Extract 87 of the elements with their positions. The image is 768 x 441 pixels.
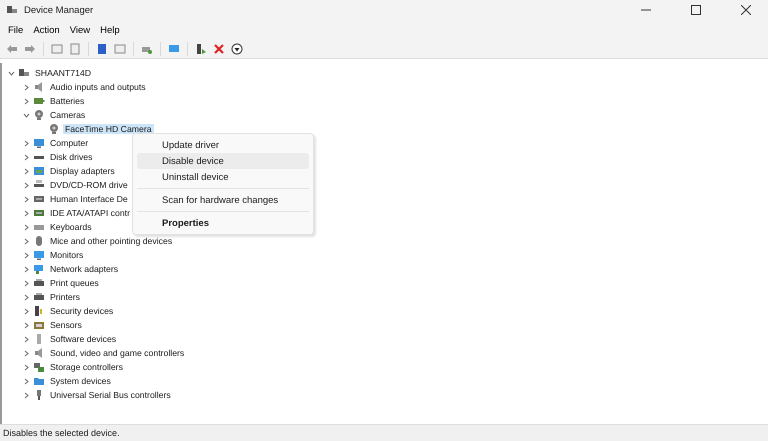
speaker-icon (33, 81, 45, 93)
expand-chevron-icon[interactable] (22, 210, 30, 216)
menu-item[interactable]: Update driver (137, 137, 309, 153)
storage-icon (33, 361, 45, 373)
tree-item[interactable]: Disk drives (48, 152, 94, 162)
webcam-icon (48, 123, 60, 135)
computer-icon (18, 67, 30, 79)
expand-chevron-icon[interactable] (22, 266, 30, 272)
expand-chevron-icon[interactable] (22, 364, 30, 370)
download-button[interactable] (229, 41, 245, 57)
menu-item[interactable]: Scan for hardware changes (137, 192, 309, 208)
tree-item[interactable]: Storage controllers (48, 362, 125, 372)
expand-chevron-icon[interactable] (22, 294, 30, 300)
tree-item[interactable]: SHAANT714D (33, 68, 94, 78)
expand-chevron-icon[interactable] (22, 378, 30, 384)
forward-arrow-icon (24, 43, 36, 55)
menu-item[interactable]: Action (28, 22, 65, 38)
battery-icon (33, 95, 45, 107)
monitor-icon (168, 43, 180, 55)
tree-item[interactable]: System devices (48, 376, 113, 386)
tree-item[interactable]: FaceTime HD Camera (63, 124, 154, 134)
tree-item[interactable]: IDE ATA/ATAPI contr (48, 208, 132, 218)
webcam-icon (33, 109, 45, 121)
tree-item[interactable]: Universal Serial Bus controllers (48, 390, 173, 400)
expand-chevron-icon[interactable] (22, 336, 30, 342)
expand-chevron-icon[interactable] (22, 238, 30, 244)
expand-chevron-icon[interactable] (22, 280, 30, 286)
expand-chevron-icon[interactable] (22, 168, 30, 174)
tree-item[interactable]: DVD/CD-ROM drive (48, 180, 130, 190)
speaker-icon (33, 347, 45, 359)
chip-icon (33, 207, 45, 219)
display-card-icon (33, 165, 45, 177)
expand-chevron-icon[interactable] (22, 182, 30, 188)
tree-item[interactable]: Audio inputs and outputs (48, 82, 148, 92)
sensor-icon (33, 319, 45, 331)
tree-item[interactable]: Print queues (48, 278, 101, 288)
tree-item[interactable]: Cameras (48, 110, 88, 120)
tree-item[interactable]: Batteries (48, 96, 86, 106)
tree-item[interactable]: Keyboards (48, 222, 94, 232)
tree-item[interactable]: Monitors (48, 250, 86, 260)
folder-icon (33, 375, 45, 387)
expand-chevron-icon[interactable] (22, 98, 30, 104)
menu-item[interactable]: View (64, 22, 96, 38)
collapse-chevron-icon[interactable] (8, 70, 14, 76)
chip-icon (33, 193, 45, 205)
cross-icon (213, 43, 225, 55)
menu-item[interactable]: Properties (137, 215, 309, 231)
window-title: Device Manager (24, 4, 94, 16)
window-icon (51, 43, 63, 55)
tree-item[interactable]: Display adapters (48, 166, 117, 176)
tree-item[interactable]: Security devices (48, 306, 116, 316)
download-icon (231, 43, 243, 55)
expand-chevron-icon[interactable] (22, 196, 30, 202)
back-arrow-icon (6, 43, 18, 55)
expand-chevron-icon[interactable] (22, 252, 30, 258)
window-icon (114, 43, 126, 55)
tree-item[interactable]: Human Interface De (48, 194, 130, 204)
expand-chevron-icon[interactable] (22, 224, 30, 230)
expand-chevron-icon[interactable] (22, 84, 30, 90)
monitor-icon (33, 249, 45, 261)
menu-item[interactable]: File (3, 22, 28, 38)
driver-icon (195, 43, 207, 55)
menu-item[interactable]: Disable device (137, 153, 309, 169)
tree-item[interactable]: Computer (48, 138, 90, 148)
expand-chevron-icon[interactable] (22, 322, 30, 328)
collapse-chevron-icon[interactable] (22, 112, 30, 118)
tree-item[interactable]: Network adapters (48, 264, 120, 274)
menu-item[interactable]: Help (95, 22, 125, 38)
close-icon (741, 5, 751, 15)
mouse-icon (33, 235, 45, 247)
tree-item[interactable]: Sensors (48, 320, 84, 330)
expand-chevron-icon[interactable] (22, 154, 30, 160)
expand-chevron-icon[interactable] (22, 392, 30, 398)
tree-item[interactable]: Sound, video and game controllers (48, 348, 186, 358)
computer-icon (6, 4, 18, 16)
status-text: Disables the selected device. (3, 428, 120, 438)
tree-item[interactable]: Mice and other pointing devices (48, 236, 174, 246)
expand-chevron-icon[interactable] (22, 308, 30, 314)
expand-chevron-icon[interactable] (22, 350, 30, 356)
maximize-icon (691, 5, 701, 15)
menu-item[interactable]: Uninstall device (137, 169, 309, 185)
network-icon (33, 263, 45, 275)
window-icon (69, 43, 81, 55)
monitor-icon (33, 137, 45, 149)
tree-item[interactable]: Printers (48, 292, 82, 302)
expand-chevron-icon[interactable] (22, 140, 30, 146)
tree-item[interactable]: Software devices (48, 334, 118, 344)
